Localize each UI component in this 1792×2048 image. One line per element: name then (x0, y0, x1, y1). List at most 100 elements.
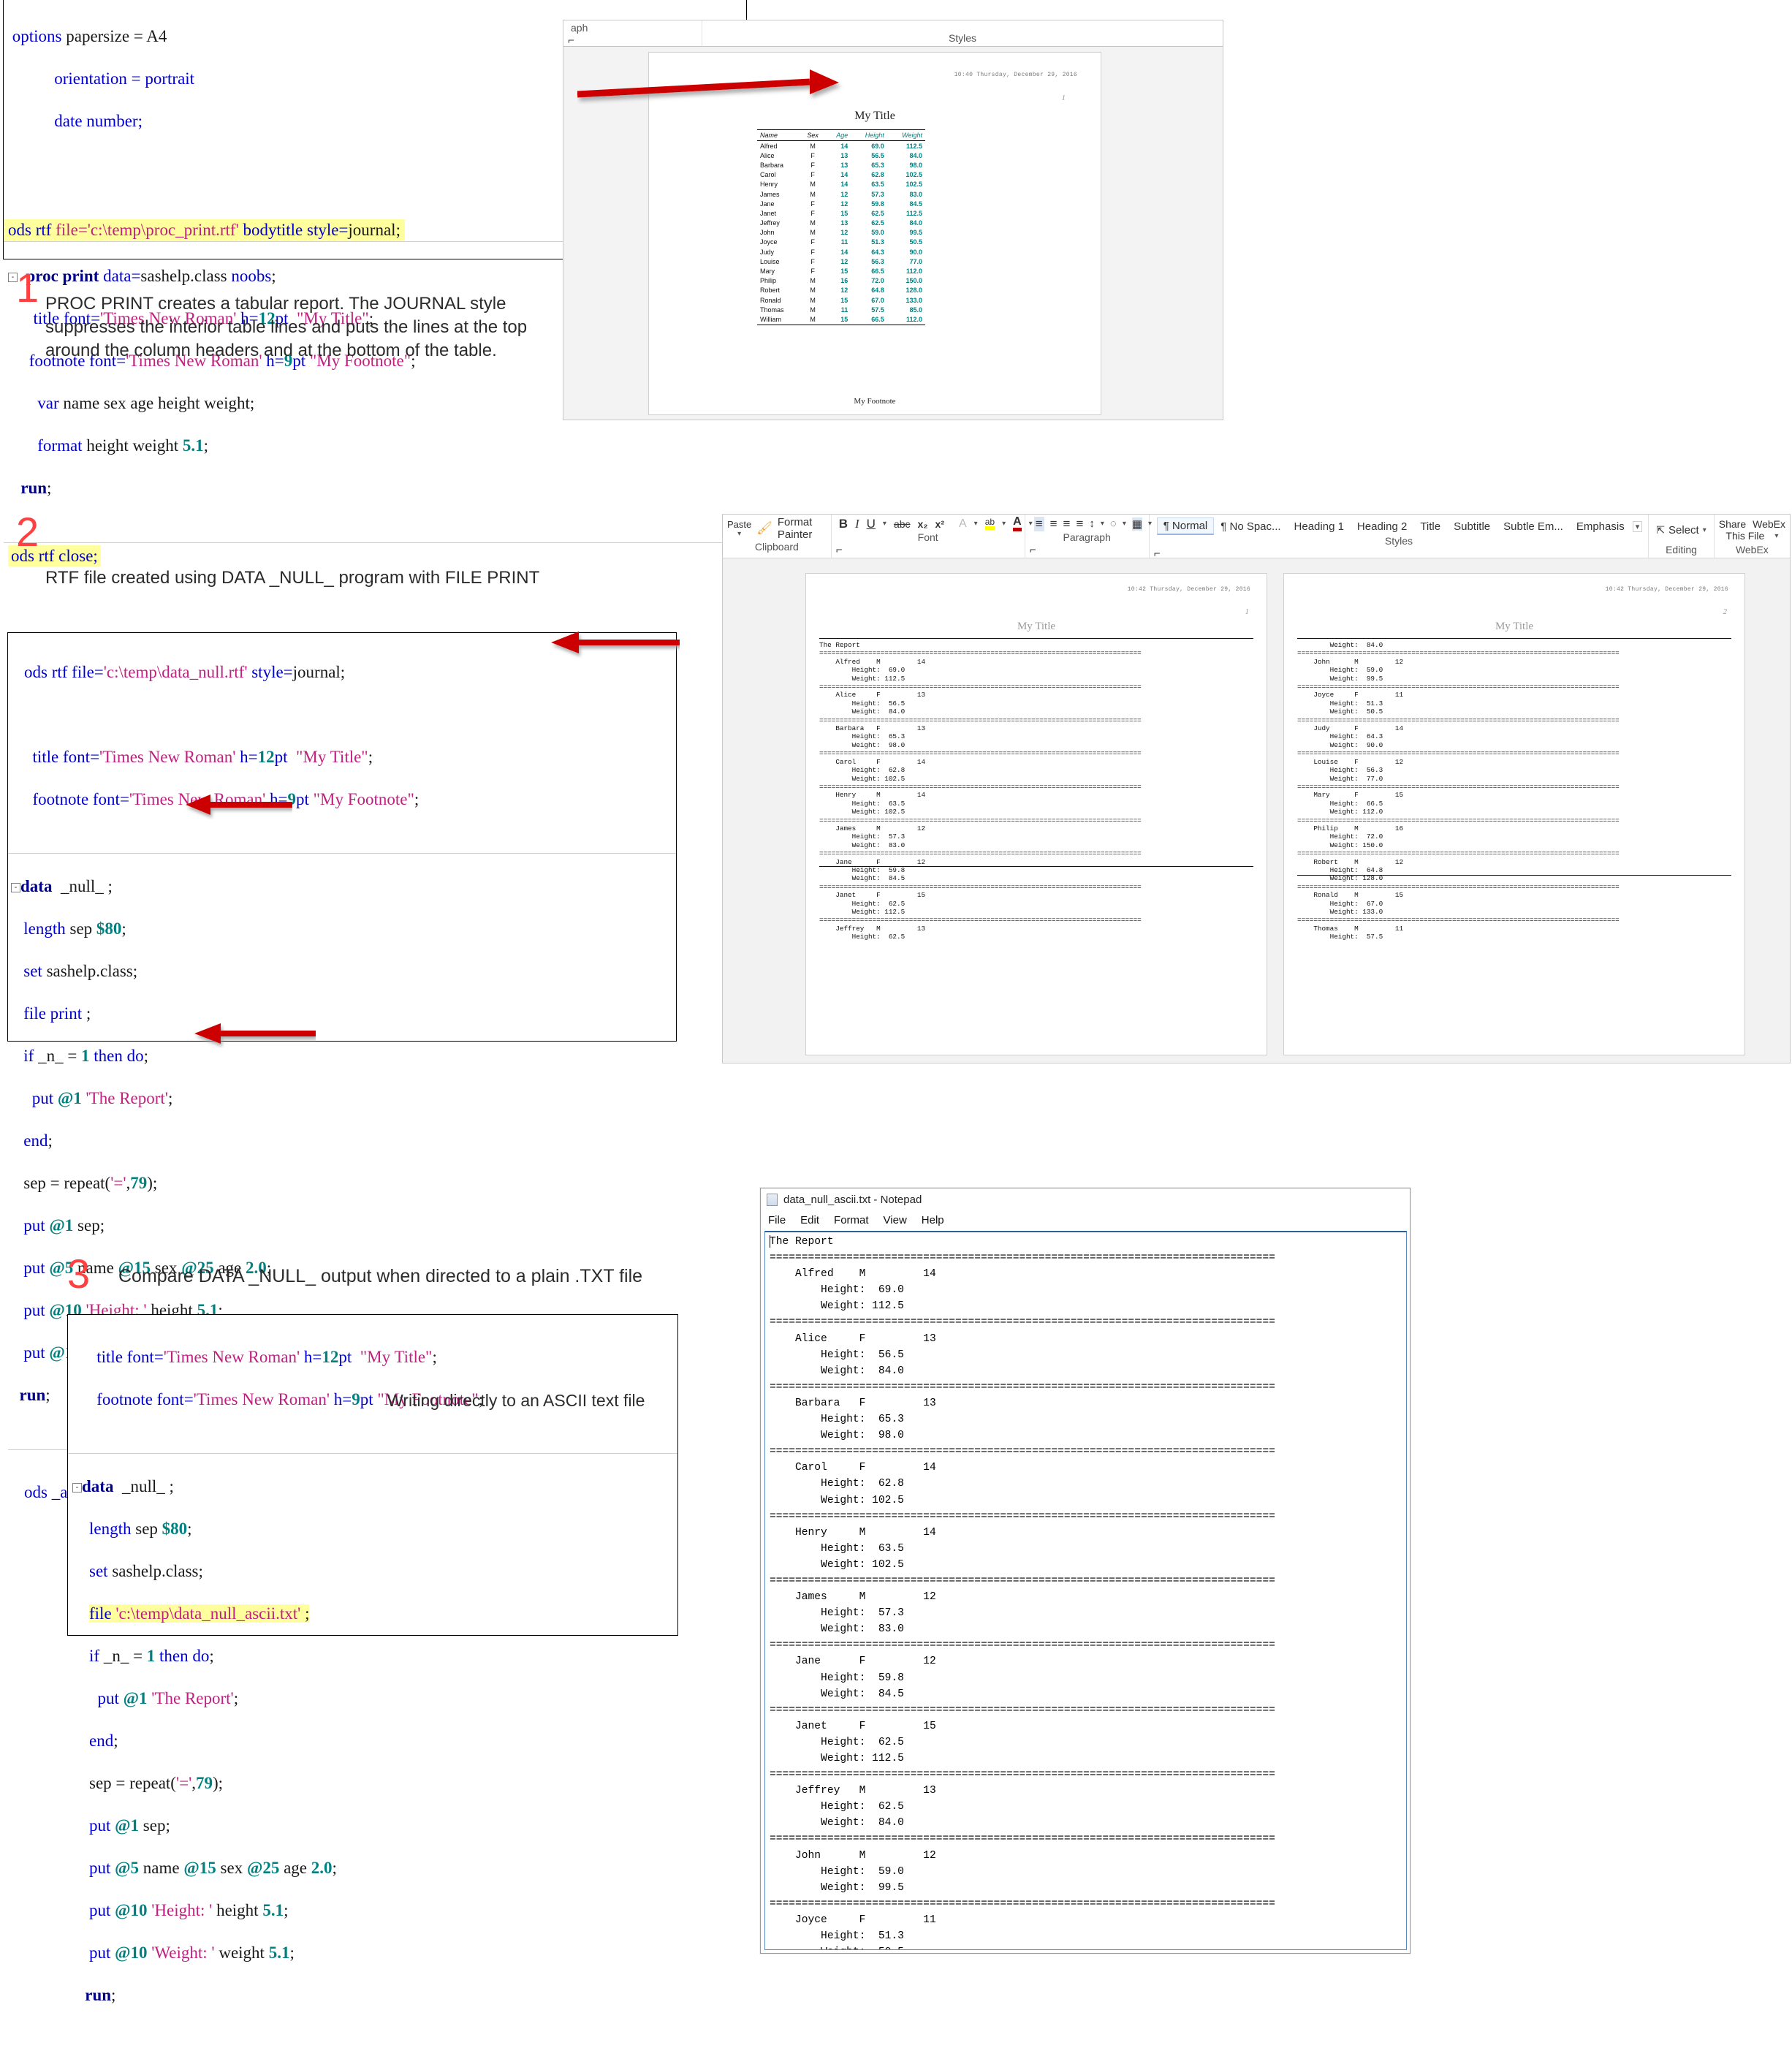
section1-ribbon-fragment[interactable]: aph ⌐ Styles (563, 20, 1223, 47)
borders-icon[interactable]: ▦ (1131, 517, 1143, 531)
align-right-icon[interactable]: ≡ (1063, 517, 1071, 531)
styles-more-icon[interactable]: ▾ (1632, 520, 1643, 532)
shading-icon[interactable]: ◌ (1110, 517, 1117, 530)
text-effects-icon[interactable]: A (959, 517, 967, 531)
section2-code-block[interactable]: ods rtf file='c:\temp\data_null.rtf' sty… (7, 632, 677, 1501)
ribbon-group-styles[interactable]: ¶ Normal ¶ No Spac... Heading 1 Heading 2 Ti… (1150, 515, 1649, 560)
paragraph-dialog-launcher-icon[interactable]: ⌐ (1030, 544, 1144, 556)
table-cell: 150.0 (906, 277, 922, 285)
this-file-label[interactable]: This File (1725, 530, 1764, 542)
table-cell: 56.3 (871, 257, 884, 265)
chevron-down-icon[interactable]: ▾ (1774, 532, 1778, 540)
chevron-down-icon[interactable]: ▾ (1703, 526, 1706, 534)
chevron-down-icon[interactable]: ▾ (1123, 520, 1126, 528)
table-cell: 15 (840, 296, 848, 304)
paste-label[interactable]: Paste (727, 519, 751, 530)
style-gallery-item[interactable]: Subtitle (1447, 518, 1497, 535)
format-painter-label[interactable]: Format Painter (778, 516, 827, 541)
chevron-down-icon[interactable]: ▾ (1002, 520, 1006, 528)
strikethrough-button[interactable]: abc (894, 518, 911, 530)
notepad-title-bar[interactable]: data_null_ascii.txt - Notepad (761, 1188, 1410, 1210)
table-cell: 13 (840, 151, 848, 159)
word-document-page-2[interactable]: 10:42 Thursday, December 29, 2016 2 My T… (1283, 573, 1745, 1055)
style-gallery-item[interactable]: ¶ No Spac... (1214, 518, 1287, 535)
word-ribbon[interactable]: Paste ▾ 🖌 Format Painter Clipboard ⌐ B I… (723, 515, 1790, 566)
word-document-page-1[interactable]: 10:42 Thursday, December 29, 2016 1 My T… (805, 573, 1267, 1055)
document-footnote: My Footnote (854, 397, 896, 406)
notepad-menu-item-file[interactable]: File (768, 1214, 786, 1226)
select-icon[interactable]: ⇱ (1656, 524, 1665, 536)
notepad-window[interactable]: data_null_ascii.txt - Notepad File Edit Fo… (760, 1188, 1411, 1954)
share-label[interactable]: Share (1719, 518, 1746, 530)
page1-report-text: The Report =============================… (819, 641, 1142, 941)
notepad-menu-item-view[interactable]: View (884, 1214, 907, 1226)
chevron-down-icon[interactable]: ▾ (883, 520, 886, 528)
code-line: - data _null_ ; (72, 1476, 677, 1497)
ribbon-group-webex[interactable]: Share WebEx This File ▾ WebEx (1715, 515, 1790, 558)
paragraph-dialog-launcher-icon[interactable]: ⌐ (568, 34, 697, 47)
font-color-icon[interactable]: A (1013, 516, 1022, 531)
chevron-down-icon[interactable]: ▾ (737, 530, 741, 538)
ribbon-group-clipboard[interactable]: Paste ▾ 🖌 Format Painter Clipboard ⌐ (723, 515, 832, 566)
style-gallery-item[interactable]: Subtle Em... (1497, 518, 1570, 535)
font-dialog-launcher-icon[interactable]: ⌐ (836, 544, 1020, 556)
style-gallery-item[interactable]: Title (1413, 518, 1447, 535)
table-cell: 13 (840, 161, 848, 169)
table-cell: 51.3 (871, 238, 884, 246)
notepad-menu-bar[interactable]: File Edit Format View Help (761, 1210, 1410, 1229)
code-line: length sep $80; (89, 1520, 192, 1538)
code-line: put @1 sep; (89, 1816, 170, 1835)
select-label[interactable]: Select (1668, 524, 1699, 536)
styles-gallery[interactable]: ¶ Normal ¶ No Spac... Heading 1 Heading 2 Ti… (1154, 516, 1644, 535)
collapse-icon[interactable]: - (11, 883, 20, 893)
page1-top-rule (819, 638, 1253, 639)
section2-word-window[interactable]: Paste ▾ 🖌 Format Painter Clipboard ⌐ B I… (722, 514, 1791, 1063)
italic-button[interactable]: I (855, 517, 859, 531)
notepad-icon (767, 1193, 778, 1206)
chevron-down-icon[interactable]: ▾ (974, 520, 978, 528)
notepad-text-area[interactable]: The Report =============================… (764, 1231, 1407, 1950)
underline-button[interactable]: U (867, 517, 876, 531)
notepad-menu-item-edit[interactable]: Edit (800, 1214, 819, 1226)
chevron-down-icon[interactable]: ▾ (1101, 520, 1104, 528)
table-cell: F (810, 238, 815, 246)
section1-document-page[interactable]: 10:40 Thursday, December 29, 2016 1 My T… (648, 52, 1101, 415)
page2-top-rule (1297, 638, 1731, 639)
notepad-menu-item-help[interactable]: Help (922, 1214, 944, 1226)
table-cell: 15 (840, 209, 848, 217)
notepad-menu-item-format[interactable]: Format (834, 1214, 869, 1226)
table-cell: 15 (840, 315, 848, 323)
table-column-header: Sex (807, 132, 819, 139)
section3-code-block[interactable]: title font='Times New Roman' h=12pt "My … (67, 1314, 678, 2004)
subscript-button[interactable]: x₂ (918, 518, 928, 530)
align-left-icon[interactable]: ≡ (1033, 516, 1044, 531)
section1-word-window[interactable]: aph ⌐ Styles 10:40 Thursday, December 29… (563, 20, 1223, 420)
style-gallery-item[interactable]: Emphasis (1570, 518, 1631, 535)
format-painter-icon[interactable]: 🖌 (756, 521, 772, 536)
table-cell: 84.0 (909, 151, 922, 159)
ribbon-group-font[interactable]: B I U ▾ abc x₂ x² A ▾ ab ▾ A ▾ Font ⌐ (832, 515, 1033, 558)
justify-icon[interactable]: ≡ (1076, 517, 1083, 531)
bold-button[interactable]: B (839, 517, 848, 531)
ribbon-group-label-editing: Editing (1666, 544, 1697, 555)
table-cell: 64.3 (871, 248, 884, 256)
table-row: Alfred M 14 69.0 112.5 (757, 141, 925, 151)
style-gallery-item[interactable]: Heading 1 (1288, 518, 1351, 535)
align-center-icon[interactable]: ≡ (1050, 517, 1058, 531)
step-number-2: 2 (16, 509, 39, 555)
ribbon-group-paragraph[interactable]: ≡ ≡ ≡ ≡ ↕ ▾ ◌ ▾ ▦ ▾ Paragraph ⌐ (1025, 515, 1152, 558)
table-row: Alice F 13 56.5 84.0 (757, 151, 925, 160)
webex-label[interactable]: WebEx (1753, 518, 1785, 530)
style-gallery-item[interactable]: Heading 2 (1351, 518, 1413, 535)
superscript-button[interactable]: x² (935, 518, 944, 530)
code-line: put @10 'Height: ' height 5.1; (89, 1901, 289, 1919)
ribbon-group-editing[interactable]: ⇱ Select ▾ Editing (1649, 515, 1715, 558)
collapse-icon[interactable]: - (72, 1483, 82, 1493)
line-spacing-icon[interactable]: ↕ (1089, 517, 1095, 530)
style-gallery-item[interactable]: ¶ Normal (1156, 517, 1215, 535)
table-cell: 57.3 (871, 190, 884, 198)
code-line: title font='Times New Roman' h=12pt "My … (32, 748, 373, 766)
table-cell: 62.8 (871, 171, 884, 179)
table-cell: 99.5 (909, 229, 922, 237)
highlight-color-icon[interactable]: ab (984, 517, 995, 530)
